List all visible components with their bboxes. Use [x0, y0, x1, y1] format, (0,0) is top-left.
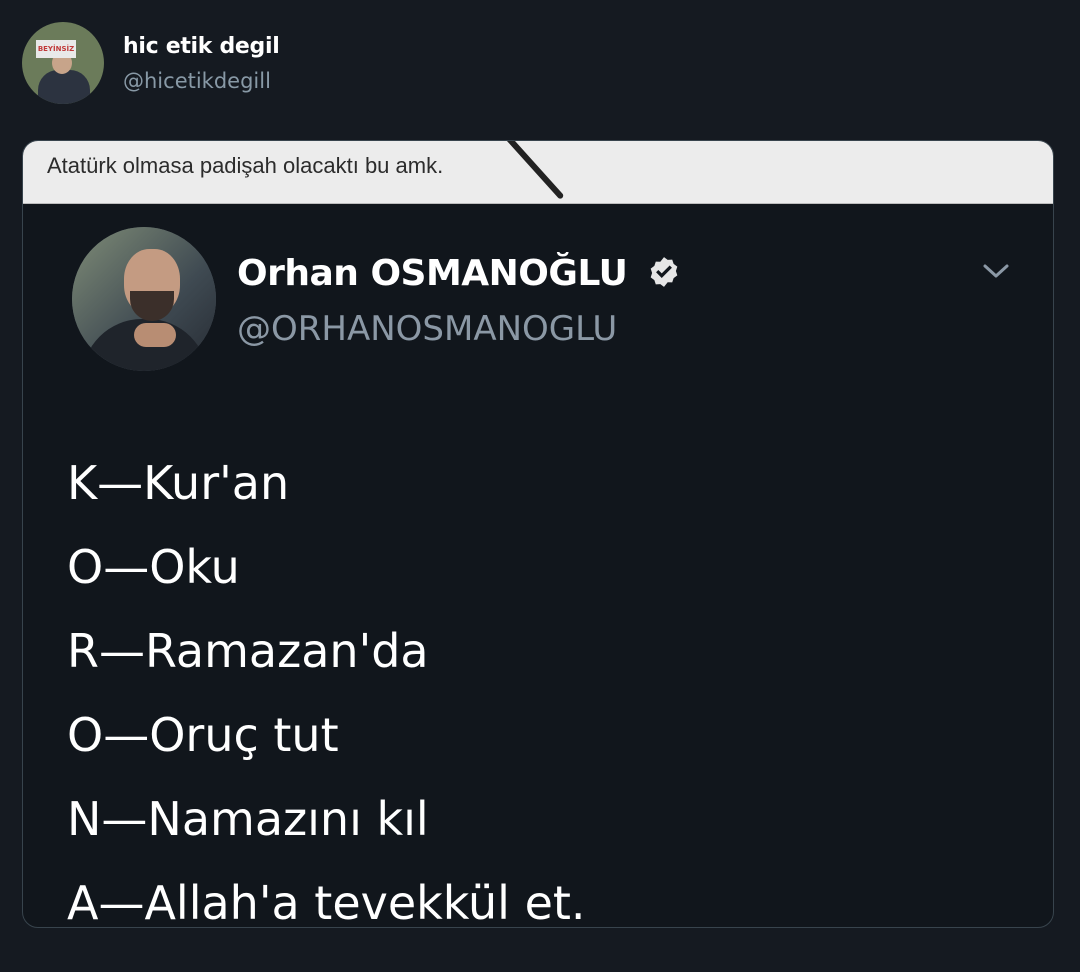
- acrostic-line: N—Namazını kıl: [67, 792, 429, 846]
- quoted-image-card[interactable]: Atatürk olmasa padişah olacaktı bu amk. …: [22, 140, 1054, 928]
- avatar-sign: BEYİNSİZ: [36, 40, 76, 58]
- acrostic-line: K—Kur'an: [67, 456, 290, 510]
- acrostic-line: R—Ramazan'da: [67, 624, 429, 678]
- inner-tweet-avatar[interactable]: [72, 227, 216, 371]
- inner-tweet-display-name[interactable]: Orhan OSMANOĞLU: [237, 253, 681, 294]
- acrostic-line: O—Oku: [67, 540, 240, 594]
- avatar-hand: [134, 323, 176, 347]
- verified-badge-icon: [651, 257, 678, 287]
- chevron-down-icon[interactable]: [981, 261, 1011, 281]
- inner-tweet-handle[interactable]: @ORHANOSMANOGLU: [237, 309, 617, 349]
- user-avatar[interactable]: BEYİNSİZ: [22, 22, 104, 104]
- avatar-figure: [38, 70, 90, 104]
- user-handle[interactable]: @hicetikdegill: [123, 69, 271, 93]
- tweet-body: K—Kur'an O—Oku R—Ramazan'da O—Oruç tut N…: [67, 441, 967, 928]
- inner-display-name-text: Orhan OSMANOĞLU: [237, 253, 628, 294]
- acrostic-line: A—Allah'a tevekkül et.: [67, 876, 586, 928]
- caption-text: Atatürk olmasa padişah olacaktı bu amk.: [47, 153, 444, 178]
- tweet-header: BEYİNSİZ hic etik degil @hicetikdegill: [22, 22, 622, 106]
- acrostic-line: O—Oruç tut: [67, 708, 339, 762]
- user-display-name[interactable]: hic etik degil: [123, 34, 280, 59]
